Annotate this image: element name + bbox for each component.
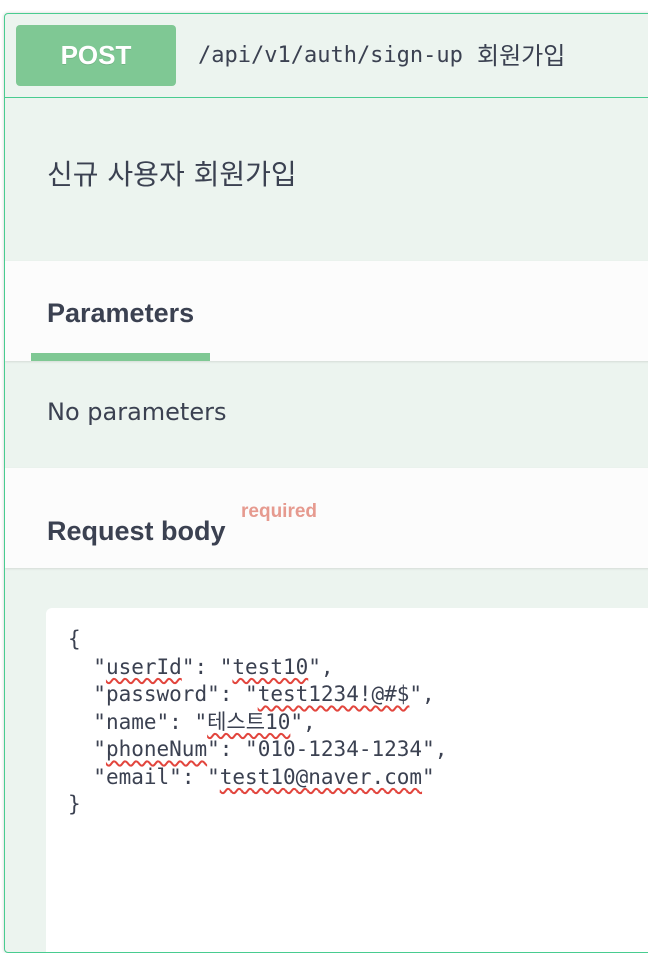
json-line: {	[68, 626, 648, 654]
method-badge: POST	[16, 25, 176, 86]
json-line-end: ",	[409, 682, 435, 706]
json-value-password: test1234!@#$	[257, 682, 410, 706]
json-key-name: name	[105, 709, 157, 734]
json-line: "email": "test10@naver.com"	[68, 764, 648, 792]
tab-parameters[interactable]: Parameters	[47, 297, 194, 329]
json-open-brace: {	[68, 627, 81, 651]
json-line: }	[68, 791, 648, 819]
json-key-userid: userId	[105, 654, 182, 679]
json-separator: ": "	[207, 682, 258, 706]
endpoint-summary[interactable]: POST /api/v1/auth/sign-up 회원가입	[5, 14, 648, 98]
json-key-password: password	[105, 682, 208, 706]
endpoint-path: /api/v1/auth/sign-up	[198, 43, 463, 68]
json-line: "password": "test1234!@#$",	[68, 681, 648, 709]
json-key-phonenum: phoneNum	[105, 737, 208, 761]
json-line-end: ",	[308, 654, 334, 679]
json-line: "name": "테스트10",	[68, 709, 648, 737]
json-quote: "	[93, 709, 106, 734]
json-separator: ": "	[156, 709, 208, 734]
json-line-end: "	[422, 764, 435, 789]
json-quote: "	[93, 764, 106, 789]
endpoint-block: POST /api/v1/auth/sign-up 회원가입 신규 사용자 회원…	[4, 13, 648, 953]
no-parameters-text: No parameters	[47, 398, 227, 426]
parameters-tab-header: Parameters	[5, 261, 648, 361]
endpoint-summary-text: 회원가입	[477, 42, 566, 70]
json-value-userid: test10	[232, 654, 309, 679]
json-value-email: test10@naver.com	[219, 764, 423, 789]
json-quote: "	[93, 654, 106, 679]
json-close-brace: }	[68, 792, 81, 816]
json-separator: ": "	[181, 654, 233, 679]
json-quote: "	[93, 737, 106, 761]
json-value-phonenum: 010-1234-1234	[257, 737, 423, 761]
json-line: "phoneNum": "010-1234-1234",	[68, 736, 648, 764]
json-key-email: email	[105, 764, 170, 789]
required-label: required	[241, 501, 318, 522]
json-line-end: ",	[290, 709, 316, 734]
json-line-end: ",	[422, 737, 448, 761]
json-separator: ": "	[169, 764, 220, 789]
json-line: "userId": "test10",	[68, 654, 648, 682]
json-quote: "	[93, 682, 106, 706]
endpoint-description: 신규 사용자 회원가입	[47, 158, 297, 191]
tab-active-indicator	[31, 353, 210, 361]
request-body-header: Request body required	[5, 468, 648, 568]
request-body-title: Request body	[47, 516, 226, 546]
request-body-editor[interactable]: { "userId": "test10", "password": "test1…	[46, 608, 648, 952]
json-value-name: 테스트10	[207, 709, 291, 734]
json-separator: ": "	[207, 737, 258, 761]
